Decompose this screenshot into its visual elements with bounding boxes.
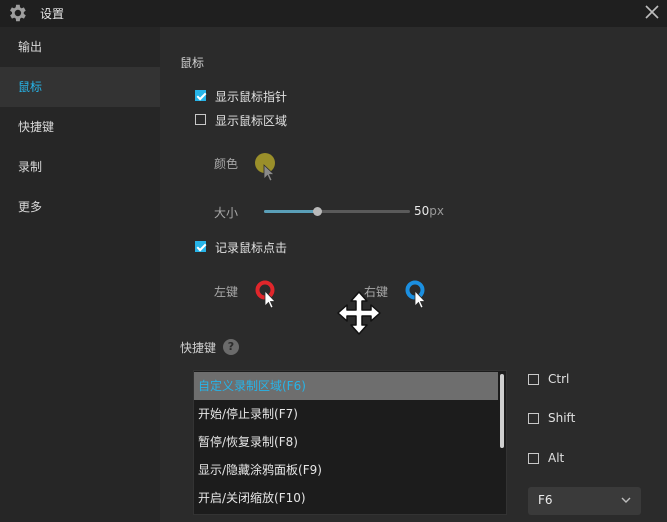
size-slider-handle[interactable] (313, 207, 322, 216)
shift-label: Shift (548, 411, 576, 425)
sidebar: 输出 鼠标 快捷键 录制 更多 (0, 27, 160, 522)
pointer-color-swatch[interactable] (254, 152, 280, 182)
alt-checkbox[interactable] (528, 453, 539, 464)
alt-label: Alt (548, 451, 565, 465)
hotkey-item[interactable]: 开启/关闭缩放(F10) (194, 484, 498, 512)
sidebar-item-hotkeys[interactable]: 快捷键 (0, 107, 160, 147)
ctrl-checkbox[interactable] (528, 374, 539, 385)
hotkey-item[interactable]: 自定义录制区域(F6) (194, 372, 498, 400)
sidebar-item-mouse[interactable]: 鼠标 (0, 67, 160, 107)
hotkey-key-value: F6 (538, 493, 553, 507)
sidebar-item-more[interactable]: 更多 (0, 187, 160, 227)
mouse-section-title: 鼠标 (180, 56, 205, 70)
sidebar-item-record[interactable]: 录制 (0, 147, 160, 187)
hotkeys-section-title: 快捷键 (180, 341, 217, 355)
window-title: 设置 (40, 7, 65, 21)
hotkey-key-select[interactable]: F6 (528, 487, 641, 515)
size-slider-fill (264, 210, 317, 213)
color-label: 颜色 (214, 157, 239, 171)
shift-checkbox[interactable] (528, 413, 539, 424)
left-click-color-swatch[interactable] (255, 280, 281, 310)
show-pointer-label: 显示鼠标指针 (215, 90, 288, 104)
close-icon[interactable] (644, 4, 660, 20)
show-pointer-checkbox[interactable] (195, 90, 206, 101)
hotkey-list-scrollbar[interactable] (500, 374, 504, 448)
record-clicks-checkbox[interactable] (195, 241, 206, 252)
show-area-label: 显示鼠标区域 (215, 114, 288, 128)
left-key-label: 左键 (214, 285, 239, 299)
move-cursor-icon (337, 291, 381, 335)
hotkey-item[interactable]: 暂停/恢复录制(F8) (194, 428, 498, 456)
gear-icon (10, 4, 26, 22)
chevron-down-icon (621, 497, 631, 503)
sidebar-item-output[interactable]: 输出 (0, 27, 160, 67)
right-click-color-swatch[interactable] (405, 280, 431, 310)
size-label: 大小 (214, 206, 239, 220)
hotkey-list[interactable]: 自定义录制区域(F6) 开始/停止录制(F7) 暂停/恢复录制(F8) 显示/隐… (193, 370, 507, 515)
record-clicks-label: 记录鼠标点击 (215, 241, 288, 255)
size-value: 50px (414, 204, 444, 218)
show-area-checkbox[interactable] (195, 114, 206, 125)
ctrl-label: Ctrl (548, 372, 570, 386)
help-icon[interactable]: ? (223, 339, 239, 355)
hotkey-item[interactable]: 显示/隐藏涂鸦面板(F9) (194, 456, 498, 484)
hotkey-item[interactable]: 开始/停止录制(F7) (194, 400, 498, 428)
title-bar: 设置 (0, 0, 667, 27)
